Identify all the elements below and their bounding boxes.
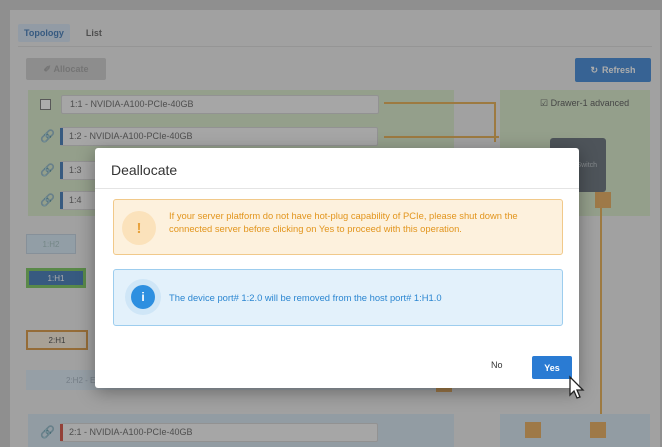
no-button[interactable]: No bbox=[491, 360, 503, 370]
dialog-divider bbox=[95, 188, 579, 189]
dialog-title: Deallocate bbox=[111, 162, 178, 178]
info-alert: i The device port# 1:2.0 will be removed… bbox=[113, 269, 563, 326]
warning-text: If your server platform do not have hot-… bbox=[169, 210, 518, 234]
exclamation-icon: ! bbox=[122, 211, 156, 245]
info-text: The device port# 1:2.0 will be removed f… bbox=[169, 292, 442, 303]
info-icon: i bbox=[131, 285, 155, 309]
warning-alert: ! If your server platform do not have ho… bbox=[113, 199, 563, 255]
deallocate-dialog: Deallocate ! If your server platform do … bbox=[95, 148, 579, 388]
pointer-cursor-icon bbox=[569, 375, 585, 399]
